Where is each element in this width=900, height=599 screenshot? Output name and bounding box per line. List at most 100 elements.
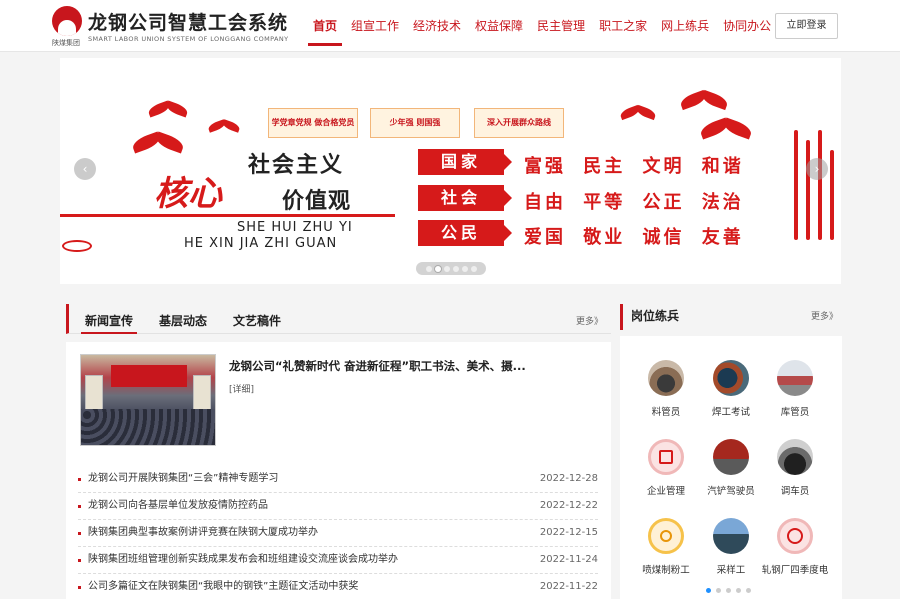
job-training-more-link[interactable]: 更多》 xyxy=(811,309,838,322)
news-item-date: 2022-12-28 xyxy=(539,473,598,484)
banner-dot[interactable] xyxy=(470,265,477,272)
news-item-title[interactable]: 公司多篇征文在陕钢集团“我眼中的钢铁”主题征文活动中获奖 xyxy=(88,574,358,599)
banner-divider xyxy=(60,214,395,217)
job-item-coal-powder-worker[interactable]: 喷煤制粉工 xyxy=(631,518,701,576)
value-tag-nation: 国家 xyxy=(418,149,512,175)
banner-poster-3: 深入开展群众路线 xyxy=(474,108,564,138)
job-training-title: 岗位练兵 xyxy=(631,309,680,323)
job-item-rolling-mill[interactable]: 轧钢厂四季度电 xyxy=(760,518,830,576)
news-item-title[interactable]: 陕钢集团典型事故案例讲评竞赛在陕钢大厦成功举办 xyxy=(88,520,318,546)
job-item-label: 轧钢厂四季度电 xyxy=(761,565,829,576)
shunter-photo-icon xyxy=(777,439,813,475)
tab-literary-articles[interactable]: 文艺稿件 xyxy=(233,312,281,329)
banner-dot[interactable] xyxy=(461,265,468,272)
job-item-label: 焊工考试 xyxy=(711,407,750,418)
shaanxi-coal-logo[interactable]: 陕煤集团 xyxy=(52,6,84,48)
job-item-material-clerk[interactable]: 料管员 xyxy=(631,360,701,418)
management-icon xyxy=(648,439,684,475)
values-row-1: 富强 民主 文明 和谐 xyxy=(524,156,744,177)
list-item[interactable]: 龙钢公司开展陕钢集团“三会”精神专题学习 2022-12-28 xyxy=(78,466,598,493)
news-item-date: 2022-12-22 xyxy=(539,500,598,511)
job-item-enterprise-management[interactable]: 企业管理 xyxy=(631,439,701,497)
job-pager-dot[interactable] xyxy=(746,588,751,593)
news-panel: 新闻宣传 基层动态 文艺稿件 更多》 龙钢公司“礼赞新时代 奋进新征程”职工书法… xyxy=(66,304,611,599)
job-item-label: 采样工 xyxy=(716,565,746,576)
banner-poster-1: 学党章党规 做合格党员 xyxy=(268,108,358,138)
bamboo-decoration-icon xyxy=(788,130,838,240)
job-pager-dot[interactable] xyxy=(706,588,711,593)
values-row-2: 自由 平等 公正 法治 xyxy=(524,192,744,213)
feature-news-detail-link[interactable]: [详细] xyxy=(229,382,254,395)
tab-news-publicity[interactable]: 新闻宣传 xyxy=(80,312,138,334)
news-tabs: 新闻宣传 基层动态 文艺稿件 更多》 xyxy=(66,304,611,334)
nav-item-organization-publicity[interactable]: 组宣工作 xyxy=(344,0,406,52)
banner-headline-1: 社会主义 xyxy=(248,153,345,178)
rolling-mill-icon xyxy=(777,518,813,554)
list-item[interactable]: 龙钢公司向各基层单位发放疫情防控药品 2022-12-22 xyxy=(78,493,598,520)
job-item-label: 料管员 xyxy=(651,407,681,418)
banner-headline-2: 价值观 xyxy=(282,189,352,214)
site-subtitle: SMART LABOR UNION SYSTEM OF LONGGANG COM… xyxy=(88,35,289,43)
sampler-photo-icon xyxy=(713,518,749,554)
news-item-title[interactable]: 龙钢公司向各基层单位发放疫情防控药品 xyxy=(88,493,268,519)
nav-item-economic-technology[interactable]: 经济技术 xyxy=(406,0,468,52)
job-item-label: 库管员 xyxy=(780,407,810,418)
nav-item-rights-protection[interactable]: 权益保障 xyxy=(468,0,530,52)
banner-pinyin-2: HE XIN JIA ZHI GUAN xyxy=(184,236,338,251)
job-item-sampler[interactable]: 采样工 xyxy=(696,518,766,576)
feature-news-image[interactable] xyxy=(80,354,216,446)
feature-news-title[interactable]: 龙钢公司“礼赞新时代 奋进新征程”职工书法、美术、摄... xyxy=(229,358,526,374)
banner-dot[interactable] xyxy=(434,265,441,272)
news-item-date: 2022-12-15 xyxy=(539,527,598,538)
job-pager-dot[interactable] xyxy=(726,588,731,593)
banner-poster-2: 少年强 则国强 xyxy=(370,108,460,138)
logo-mark-icon xyxy=(52,6,82,36)
logo-sub-text: 陕煤集团 xyxy=(52,39,80,47)
job-item-label: 喷煤制粉工 xyxy=(642,565,690,576)
banner-pinyin-1: SHE HUI ZHU YI xyxy=(237,220,353,235)
value-tag-society: 社会 xyxy=(418,185,512,211)
nav-item-workers-home[interactable]: 职工之家 xyxy=(592,0,654,52)
news-item-date: 2022-11-22 xyxy=(539,581,598,592)
nav-item-home[interactable]: 首页 xyxy=(306,0,344,52)
loader-driver-photo-icon xyxy=(713,439,749,475)
welder-photo-icon xyxy=(713,360,749,396)
job-item-shunter[interactable]: 调车员 xyxy=(760,439,830,497)
job-item-warehouse-clerk[interactable]: 库管员 xyxy=(760,360,830,418)
news-body: 龙钢公司“礼赞新时代 奋进新征程”职工书法、美术、摄... [详细] 龙钢公司开… xyxy=(66,342,611,599)
site-title[interactable]: 龙钢公司智慧工会系统 xyxy=(88,8,288,35)
list-item[interactable]: 陕钢集团典型事故案例讲评竞赛在陕钢大厦成功举办 2022-12-15 xyxy=(78,520,598,547)
main-nav: 首页 组宣工作 经济技术 权益保障 民主管理 职工之家 网上练兵 协同办公 xyxy=(306,0,778,52)
job-pager-dot[interactable] xyxy=(716,588,721,593)
job-training-header: 岗位练兵 更多》 xyxy=(620,304,842,330)
news-more-link[interactable]: 更多》 xyxy=(576,314,603,327)
job-item-label: 汽铲驾驶员 xyxy=(707,486,755,497)
news-list: 龙钢公司开展陕钢集团“三会”精神专题学习 2022-12-28 龙钢公司向各基层… xyxy=(78,466,598,599)
news-item-date: 2022-11-24 xyxy=(539,554,598,565)
nav-item-democratic-management[interactable]: 民主管理 xyxy=(530,0,592,52)
material-clerk-photo-icon xyxy=(648,360,684,396)
list-item[interactable]: 陕钢集团班组管理创新实践成果发布会和班组建设交流座谈会成功举办 2022-11-… xyxy=(78,547,598,574)
banner-prev-arrow-icon[interactable]: ‹ xyxy=(74,158,96,180)
job-pager-dot[interactable] xyxy=(736,588,741,593)
site-header: 陕煤集团 龙钢公司智慧工会系统 SMART LABOR UNION SYSTEM… xyxy=(0,0,900,52)
banner-dot[interactable] xyxy=(452,265,459,272)
values-row-3: 爱国 敬业 诚信 友善 xyxy=(524,227,744,248)
value-tag-citizen: 公民 xyxy=(418,220,512,246)
job-training-panel: 岗位练兵 更多》 料管员 焊工考试 库管员 企业管理 汽铲驾驶员 调车员 喷煤制… xyxy=(620,304,842,599)
nav-item-online-training[interactable]: 网上练兵 xyxy=(654,0,716,52)
job-item-loader-driver[interactable]: 汽铲驾驶员 xyxy=(696,439,766,497)
banner-dot[interactable] xyxy=(425,265,432,272)
list-item[interactable]: 公司多篇征文在陕钢集团“我眼中的钢铁”主题征文活动中获奖 2022-11-22 xyxy=(78,574,598,599)
banner-dot[interactable] xyxy=(443,265,450,272)
nav-item-collaborative-office[interactable]: 协同办公 xyxy=(716,0,778,52)
news-item-title[interactable]: 陕钢集团班组管理创新实践成果发布会和班组建设交流座谈会成功举办 xyxy=(88,547,398,573)
job-training-pagination xyxy=(706,588,751,593)
banner-carousel[interactable]: 学党章党规 做合格党员 少年强 则国强 深入开展群众路线 社会主义 核心 价值观… xyxy=(60,58,841,284)
login-button[interactable]: 立即登录 xyxy=(775,13,838,39)
banner-next-arrow-icon[interactable]: › xyxy=(806,158,828,180)
job-item-welder-exam[interactable]: 焊工考试 xyxy=(696,360,766,418)
tab-grassroots-news[interactable]: 基层动态 xyxy=(159,312,207,329)
news-item-title[interactable]: 龙钢公司开展陕钢集团“三会”精神专题学习 xyxy=(88,466,278,492)
job-training-grid: 料管员 焊工考试 库管员 企业管理 汽铲驾驶员 调车员 喷煤制粉工 采样工 轧钢… xyxy=(620,336,842,599)
